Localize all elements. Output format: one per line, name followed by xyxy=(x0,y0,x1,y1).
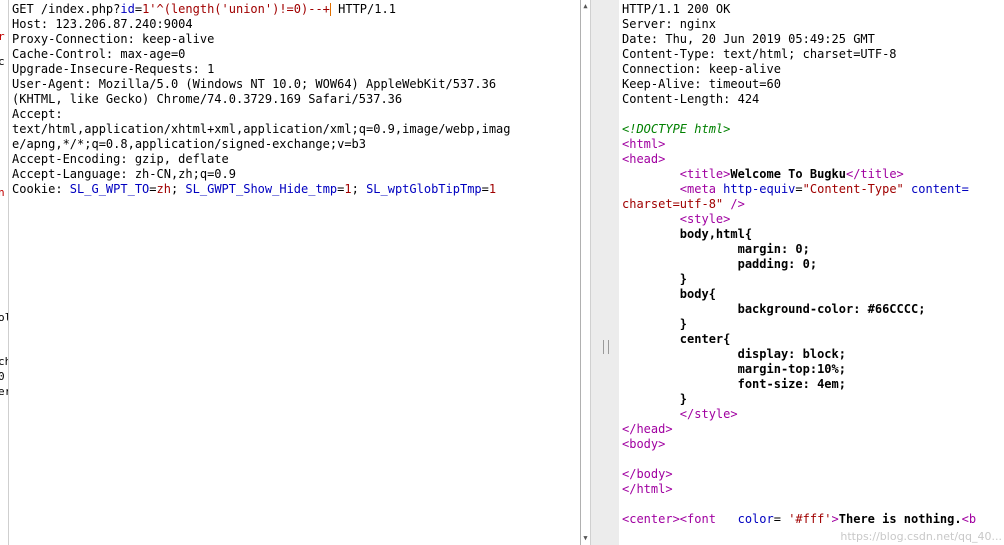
header-cache: Cache-Control: max-age=0 xyxy=(12,47,186,61)
header-date: Date: Thu, 20 Jun 2019 05:49:25 GMT xyxy=(622,32,875,46)
header-host: Host: 123.206.87.240:9004 xyxy=(12,17,193,31)
html-open: <html> xyxy=(622,137,666,151)
css-line: font-size: 4em; xyxy=(737,377,846,391)
gutter-mark: ol xyxy=(0,311,8,324)
header-connection: Connection: keep-alive xyxy=(622,62,781,76)
style-open-line: <style> xyxy=(679,212,731,226)
css-line: margin-top:10%; xyxy=(737,362,846,376)
gutter-mark: c xyxy=(0,55,5,68)
body-open: <body> xyxy=(622,437,666,451)
meta-line-cont: charset=utf-8" /> xyxy=(622,197,745,211)
header-content-type: Content-Type: text/html; charset=UTF-8 xyxy=(622,47,897,61)
scroll-down-icon[interactable]: ▼ xyxy=(582,533,589,544)
scroll-up-icon[interactable]: ▲ xyxy=(582,1,589,12)
style-close-line: </style> xyxy=(679,407,738,421)
body-close: </body> xyxy=(622,467,673,481)
param-value: 1'^(length('union')!=0)--+ xyxy=(142,2,330,16)
css-line: padding: 0; xyxy=(737,257,818,271)
status-line: HTTP/1.1 200 OK xyxy=(622,2,731,16)
header-user-agent-cont: (KHTML, like Gecko) Chrome/74.0.3729.169… xyxy=(12,92,403,106)
css-line: } xyxy=(679,317,688,331)
header-content-length: Content-Length: 424 xyxy=(622,92,760,106)
css-line: } xyxy=(679,272,688,286)
header-user-agent: User-Agent: Mozilla/5.0 (Windows NT 10.0… xyxy=(12,77,497,91)
watermark: https://blog.csdn.net/qq_40... xyxy=(840,530,1002,543)
request-editor[interactable]: GET /index.php?id=1'^(length('union')!=0… xyxy=(8,0,581,545)
gutter-mark: er xyxy=(0,385,8,398)
css-line: body,html{ xyxy=(679,227,753,241)
gutter-mark: n xyxy=(0,186,5,199)
header-language: Accept-Language: zh-CN,zh;q=0.9 xyxy=(12,167,236,181)
splitter-grip-icon[interactable] xyxy=(603,340,609,354)
css-line: } xyxy=(679,392,688,406)
title-line: <title>Welcome To Bugku</title> xyxy=(679,167,904,181)
doctype-line: <!DOCTYPE html> xyxy=(622,122,731,136)
header-keep-alive: Keep-Alive: timeout=60 xyxy=(622,77,781,91)
meta-line: <meta http-equiv="Content-Type" content= xyxy=(679,182,969,196)
center-line: <center><font color= '#fff'>There is not… xyxy=(622,512,977,526)
css-line: center{ xyxy=(679,332,731,346)
html-close: </html> xyxy=(622,482,673,496)
request-lines: GET /index.php?id=1'^(length('union')!=0… xyxy=(12,2,581,197)
header-upgrade: Upgrade-Insecure-Requests: 1 xyxy=(12,62,215,76)
css-line: margin: 0; xyxy=(737,242,810,256)
response-lines: HTTP/1.1 200 OK Server: nginx Date: Thu,… xyxy=(622,2,1004,527)
css-line: background-color: #66CCCC; xyxy=(737,302,926,316)
pane-splitter[interactable] xyxy=(591,0,619,545)
css-line: body{ xyxy=(679,287,716,301)
left-gutter: r c n ol ch 0 er xyxy=(0,0,8,545)
gutter-mark: r xyxy=(0,30,5,43)
response-viewer[interactable]: HTTP/1.1 200 OK Server: nginx Date: Thu,… xyxy=(619,0,1004,545)
gutter-mark: ch xyxy=(0,355,8,368)
request-scrollbar[interactable]: ▲ ▼ xyxy=(580,0,591,545)
head-open: <head> xyxy=(622,152,666,166)
header-accept-value-cont: e/apng,*/*;q=0.8,application/signed-exch… xyxy=(12,137,367,151)
head-close: </head> xyxy=(622,422,673,436)
header-server: Server: nginx xyxy=(622,17,716,31)
request-line: GET /index.php?id=1'^(length('union')!=0… xyxy=(12,2,396,16)
header-proxy: Proxy-Connection: keep-alive xyxy=(12,32,215,46)
header-encoding: Accept-Encoding: gzip, deflate xyxy=(12,152,229,166)
header-accept-value: text/html,application/xhtml+xml,applicat… xyxy=(12,122,511,136)
param-name: id xyxy=(120,2,135,16)
css-line: display: block; xyxy=(737,347,846,361)
header-cookie: Cookie: SL_G_WPT_TO=zh; SL_GWPT_Show_Hid… xyxy=(12,182,497,196)
gutter-mark: 0 xyxy=(0,370,5,383)
header-accept: Accept: xyxy=(12,107,63,121)
